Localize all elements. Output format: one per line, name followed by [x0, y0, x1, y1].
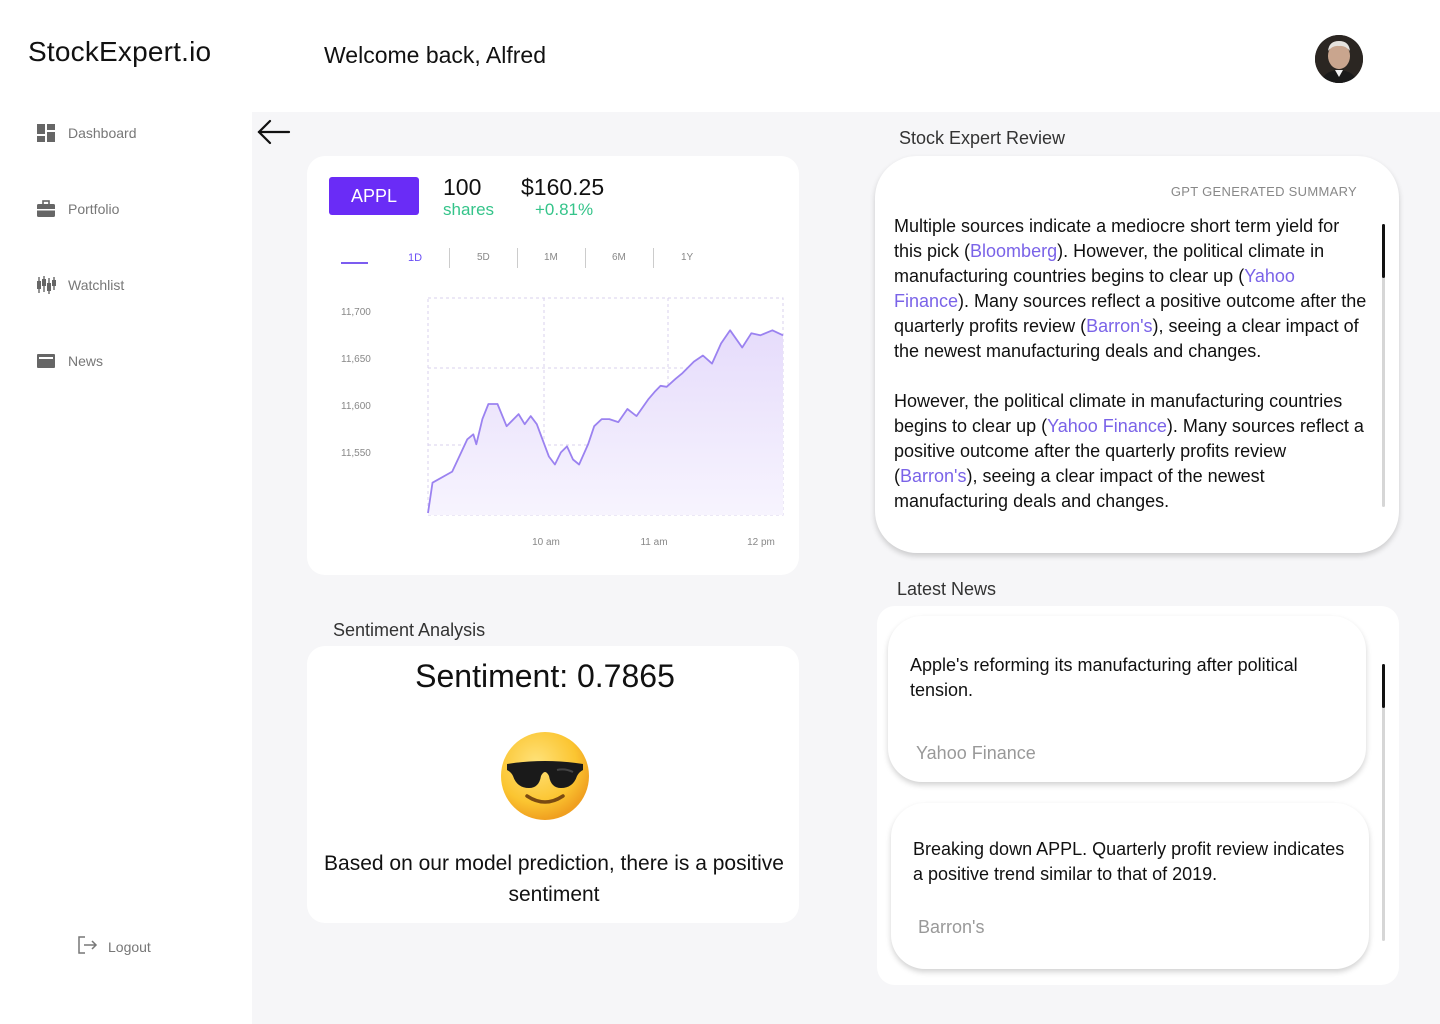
- chart-x-tick-label: 11 am: [640, 537, 667, 548]
- sidebar-item-news[interactable]: News: [36, 351, 103, 371]
- chart-y-tick-label: 11,550: [341, 448, 371, 459]
- sunglasses-emoji-icon: [499, 730, 591, 822]
- news-panel: Apple's reforming its manufacturing afte…: [877, 606, 1399, 985]
- review-scrollbar-thumb[interactable]: [1382, 224, 1385, 278]
- sentiment-section-title: Sentiment Analysis: [333, 620, 486, 640]
- sentiment-card: Sentiment: 0.7865 Based on our model pre…: [307, 646, 799, 923]
- chart-y-tick-label: 11,700: [341, 307, 371, 318]
- chart-y-tick-label: 11,650: [341, 354, 371, 365]
- stock-card: APPL 100 shares $160.25 +0.81% 1D 5D 1M …: [307, 156, 799, 575]
- review-paragraph: Multiple sources indicate a mediocre sho…: [894, 216, 1367, 361]
- brand-logo[interactable]: StockExpert.io: [28, 36, 211, 68]
- sidebar-item-watchlist[interactable]: Watchlist: [36, 275, 124, 295]
- news-scrollbar[interactable]: [1382, 664, 1385, 941]
- source-link[interactable]: Barron's: [1086, 316, 1152, 336]
- news-headline: Apple's reforming its manufacturing afte…: [910, 655, 1298, 700]
- newspaper-icon: [36, 351, 56, 371]
- chart-x-tick-label: 10 am: [532, 537, 560, 548]
- gpt-summary-label: GPT GENERATED SUMMARY: [1170, 184, 1357, 199]
- review-paragraph: However, the political climate in manufa…: [894, 391, 1364, 511]
- source-link[interactable]: Yahoo Finance: [894, 266, 1295, 311]
- review-card: GPT GENERATED SUMMARY Multiple sources i…: [875, 156, 1399, 553]
- sidebar-item-portfolio[interactable]: Portfolio: [36, 199, 119, 219]
- candlestick-icon: [36, 275, 56, 295]
- chart-x-tick-label: 12 pm: [747, 537, 775, 548]
- sidebar-item-label: Dashboard: [68, 125, 137, 141]
- sidebar-item-label: News: [68, 353, 104, 369]
- sidebar-item-dashboard[interactable]: Dashboard: [36, 123, 137, 143]
- news-card[interactable]: Breaking down APPL. Quarterly profit rev…: [891, 803, 1369, 969]
- welcome-title: Welcome back, Alfred: [324, 42, 547, 68]
- logout-label: Logout: [108, 938, 151, 955]
- news-source: Barron's: [918, 917, 985, 937]
- chart-y-tick-label: 11,600: [341, 401, 371, 412]
- review-section-title: Stock Expert Review: [899, 128, 1066, 148]
- avatar[interactable]: [1315, 35, 1363, 83]
- sentiment-value: Sentiment: 0.7865: [415, 658, 675, 694]
- sidebar-item-label: Portfolio: [68, 201, 120, 217]
- logout-icon: [76, 934, 98, 959]
- source-link[interactable]: Yahoo Finance: [1047, 416, 1167, 436]
- price-chart: 11,700 11,650 11,600 11,550 10 am 11 am 12 pm: [341, 297, 784, 548]
- dashboard-icon: [36, 123, 56, 143]
- source-link[interactable]: Barron's: [900, 466, 966, 486]
- sentiment-description: Based on our model prediction, there is …: [324, 852, 784, 906]
- news-headline: Breaking down APPL. Quarterly profit rev…: [913, 839, 1345, 884]
- back-arrow-icon[interactable]: [256, 118, 292, 146]
- review-text: Multiple sources indicate a mediocre sho…: [894, 214, 1368, 539]
- sidebar: StockExpert.io Dashboard Portfolio Watch…: [0, 0, 252, 1024]
- sidebar-item-label: Watchlist: [68, 277, 125, 293]
- news-section-title: Latest News: [897, 579, 997, 599]
- briefcase-icon: [36, 199, 56, 219]
- news-source: Yahoo Finance: [916, 743, 1036, 763]
- source-link[interactable]: Bloomberg: [970, 241, 1057, 261]
- logout-button[interactable]: Logout: [76, 934, 151, 959]
- review-scrollbar[interactable]: [1382, 224, 1385, 507]
- news-scrollbar-thumb[interactable]: [1382, 664, 1385, 708]
- news-card[interactable]: Apple's reforming its manufacturing afte…: [888, 616, 1366, 782]
